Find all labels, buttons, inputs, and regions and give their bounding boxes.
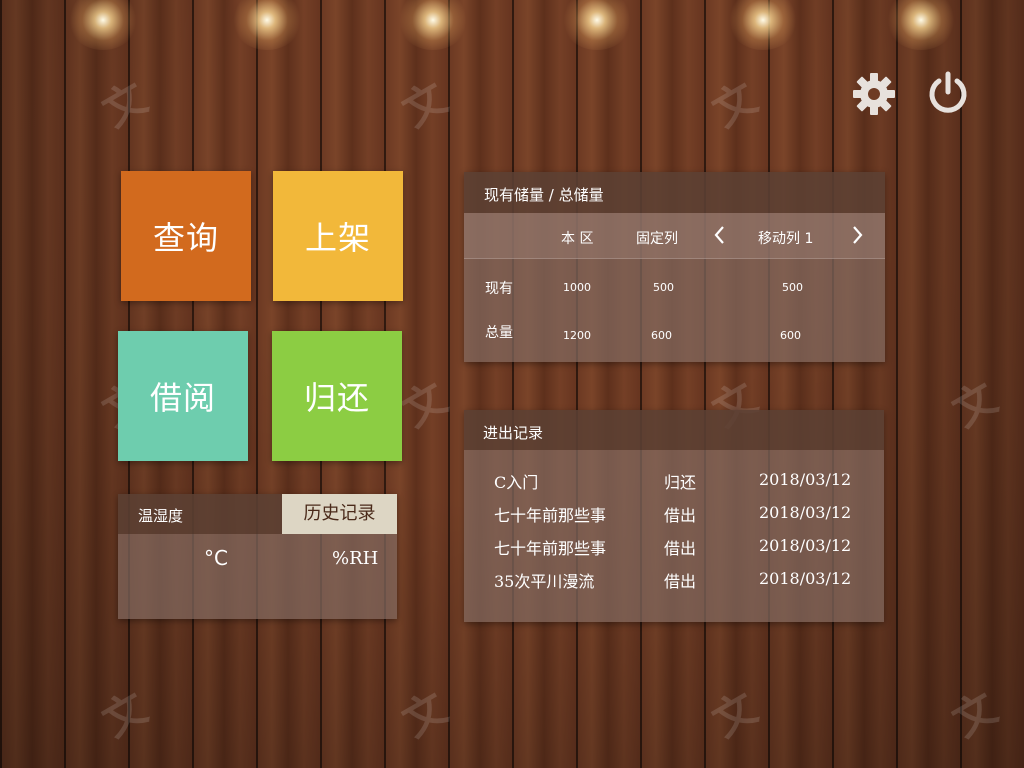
record-date: 2018/03/12 bbox=[759, 503, 852, 522]
next-column-button[interactable] bbox=[847, 221, 867, 249]
borrow-label: 借阅 bbox=[149, 379, 216, 417]
prev-column-button[interactable] bbox=[710, 221, 730, 249]
watermark-logo: 文 bbox=[394, 682, 456, 747]
history-button[interactable]: 历史记录 bbox=[282, 494, 397, 534]
row-label-current: 现有 bbox=[485, 281, 513, 297]
record-action: 借出 bbox=[664, 572, 697, 591]
total-mobile-value: 600 bbox=[780, 329, 801, 342]
watermark-logo: 文 bbox=[394, 72, 456, 137]
return-label: 归还 bbox=[303, 379, 370, 417]
column-fixed: 固定列 bbox=[636, 231, 678, 247]
spotlight bbox=[232, 0, 302, 50]
settings-button[interactable] bbox=[850, 70, 898, 118]
shelve-label: 上架 bbox=[304, 219, 371, 257]
humidity-unit: %RH bbox=[332, 548, 379, 569]
storage-panel: 现有储量 / 总储量 本 区 固定列 移动列 1 现有 1000 500 500… bbox=[464, 172, 885, 362]
record-action: 借出 bbox=[664, 506, 697, 525]
current-zone-value: 1000 bbox=[563, 281, 591, 294]
query-label: 查询 bbox=[152, 219, 219, 257]
climate-title: 温湿度 bbox=[138, 507, 184, 525]
spotlight bbox=[886, 0, 956, 50]
shelve-tile[interactable]: 上架 bbox=[273, 171, 403, 301]
record-date: 2018/03/12 bbox=[759, 569, 852, 588]
gear-icon bbox=[853, 73, 895, 115]
watermark-logo: 文 bbox=[704, 72, 766, 137]
current-fixed-value: 500 bbox=[653, 281, 674, 294]
record-action: 借出 bbox=[664, 539, 697, 558]
power-button[interactable] bbox=[924, 68, 972, 116]
column-zone: 本 区 bbox=[561, 231, 594, 247]
temperature-unit: °C bbox=[204, 546, 228, 570]
record-title: 35次平川漫流 bbox=[494, 572, 595, 591]
chevron-right-icon bbox=[853, 226, 863, 244]
chevron-left-icon bbox=[714, 226, 724, 244]
spotlight bbox=[728, 0, 798, 50]
current-mobile-value: 500 bbox=[782, 281, 803, 294]
record-title: 七十年前那些事 bbox=[494, 539, 607, 558]
spotlight bbox=[562, 0, 632, 50]
record-title: C入门 bbox=[494, 473, 539, 492]
total-fixed-value: 600 bbox=[651, 329, 672, 342]
record-title: 七十年前那些事 bbox=[494, 506, 607, 525]
power-icon bbox=[929, 71, 967, 113]
spotlight bbox=[398, 0, 468, 50]
watermark-logo: 文 bbox=[944, 682, 1006, 747]
storage-header: 现有储量 / 总储量 bbox=[464, 172, 885, 213]
storage-column-header: 本 区 固定列 移动列 1 bbox=[464, 213, 885, 259]
column-mobile: 移动列 1 bbox=[758, 231, 814, 247]
row-label-total: 总量 bbox=[485, 325, 513, 341]
spotlight bbox=[68, 0, 138, 50]
records-panel: 进出记录 C入门 归还 2018/03/12 七十年前那些事 借出 2018/0… bbox=[464, 410, 884, 622]
query-tile[interactable]: 查询 bbox=[121, 171, 251, 301]
borrow-tile[interactable]: 借阅 bbox=[118, 331, 248, 461]
return-tile[interactable]: 归还 bbox=[272, 331, 402, 461]
record-date: 2018/03/12 bbox=[759, 470, 852, 489]
watermark-logo: 文 bbox=[704, 682, 766, 747]
watermark-logo: 文 bbox=[94, 682, 156, 747]
total-zone-value: 1200 bbox=[563, 329, 591, 342]
records-title: 进出记录 bbox=[483, 424, 544, 442]
climate-panel: 温湿度 历史记录 °C %RH bbox=[118, 494, 397, 619]
record-action: 归还 bbox=[664, 473, 697, 492]
watermark-logo: 文 bbox=[94, 72, 156, 137]
storage-title: 现有储量 / 总储量 bbox=[484, 186, 604, 204]
record-date: 2018/03/12 bbox=[759, 536, 852, 555]
watermark-logo: 文 bbox=[944, 372, 1006, 437]
records-header: 进出记录 bbox=[464, 410, 884, 450]
